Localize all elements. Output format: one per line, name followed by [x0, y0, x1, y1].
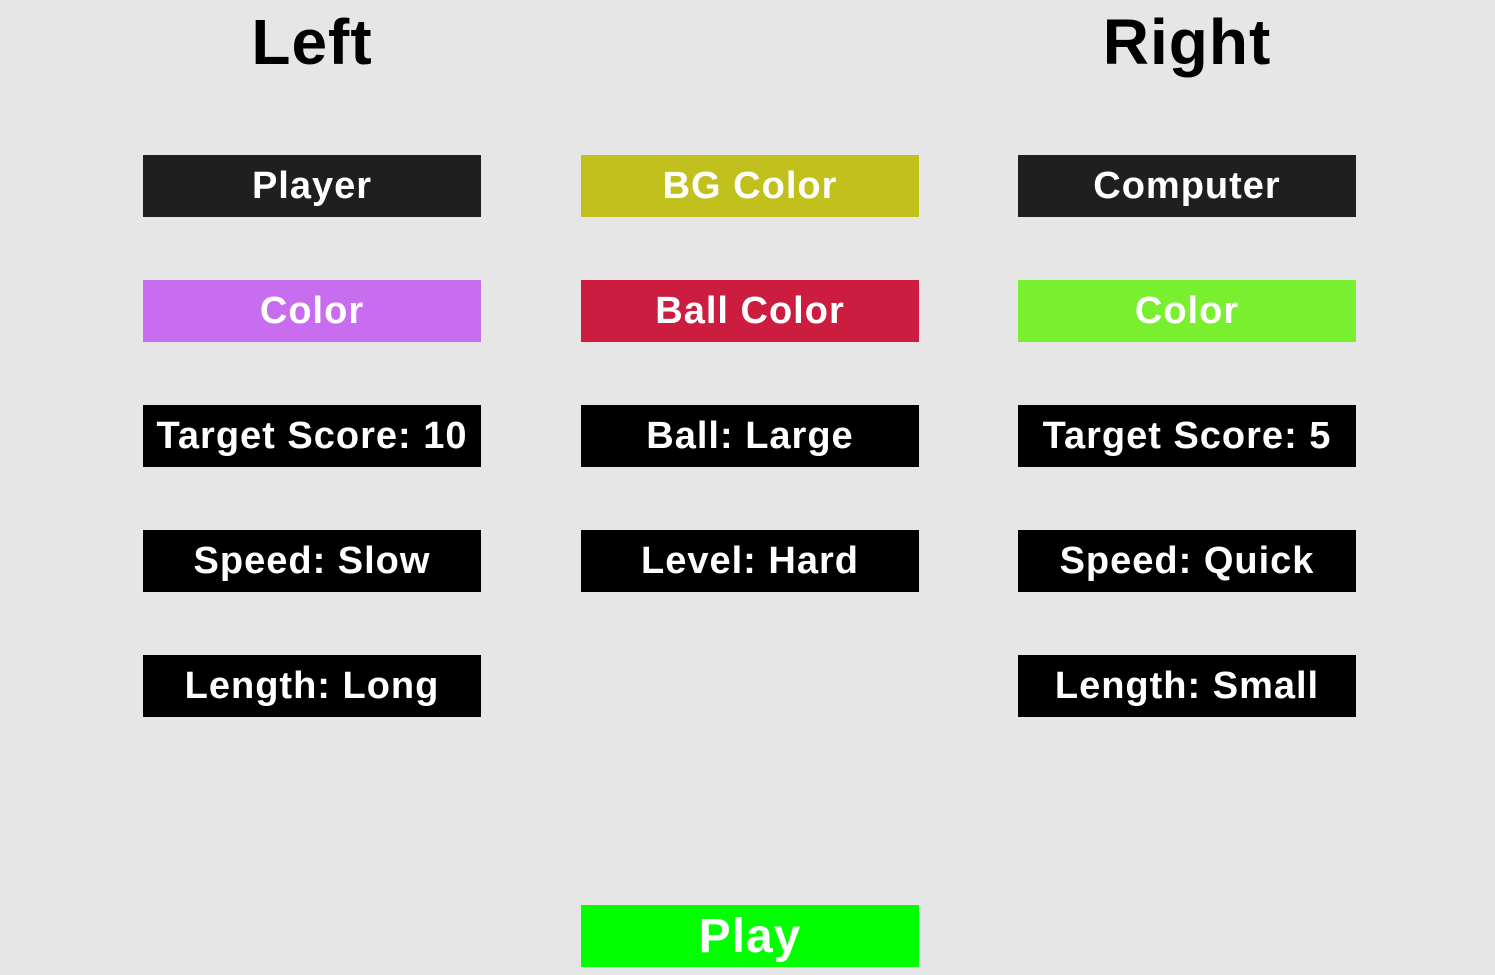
left-speed-button[interactable]: Speed: Slow — [143, 530, 481, 592]
ball-color-button[interactable]: Ball Color — [581, 280, 919, 342]
right-color-button[interactable]: Color — [1018, 280, 1356, 342]
left-length-button[interactable]: Length: Long — [143, 655, 481, 717]
ball-size-button[interactable]: Ball: Large — [581, 405, 919, 467]
left-mode-button[interactable]: Player — [143, 155, 481, 217]
right-length-button[interactable]: Length: Small — [1018, 655, 1356, 717]
left-color-button[interactable]: Color — [143, 280, 481, 342]
play-button[interactable]: Play — [581, 905, 919, 967]
level-button[interactable]: Level: Hard — [581, 530, 919, 592]
right-speed-button[interactable]: Speed: Quick — [1018, 530, 1356, 592]
right-target-score-button[interactable]: Target Score: 5 — [1018, 405, 1356, 467]
right-side-heading: Right — [1102, 6, 1272, 78]
left-side-heading: Left — [251, 6, 373, 78]
bg-color-button[interactable]: BG Color — [581, 155, 919, 217]
left-target-score-button[interactable]: Target Score: 10 — [143, 405, 481, 467]
right-mode-button[interactable]: Computer — [1018, 155, 1356, 217]
